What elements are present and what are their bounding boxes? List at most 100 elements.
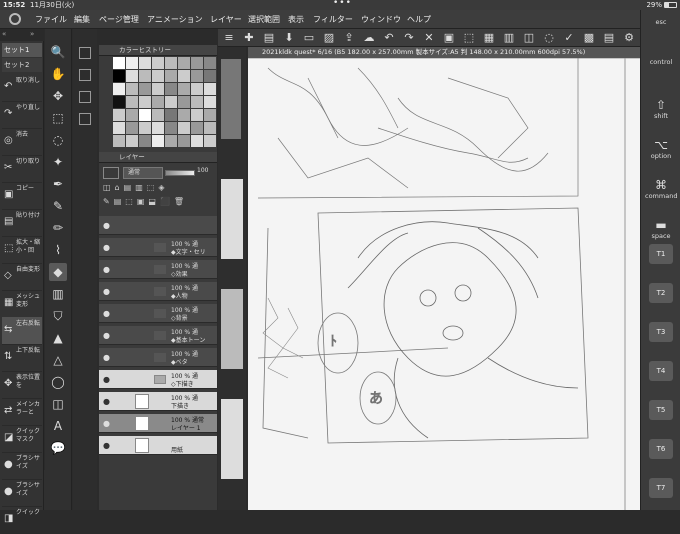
- color-swatch[interactable]: [191, 57, 203, 69]
- color-swatch[interactable]: [152, 122, 164, 134]
- layer-row[interactable]: ●: [99, 216, 217, 235]
- color-swatch[interactable]: [126, 57, 138, 69]
- layer-row[interactable]: ● 100 % 通 ◆ベタ: [99, 348, 217, 367]
- menu-page[interactable]: ページ管理: [99, 14, 139, 25]
- tool-11-icon[interactable]: ▥: [49, 285, 67, 303]
- layer-row[interactable]: ● 100 % 通 ◇効果: [99, 260, 217, 279]
- visibility-eye-icon[interactable]: ●: [103, 309, 110, 318]
- tool-16-icon[interactable]: ◫: [49, 395, 67, 413]
- color-swatch[interactable]: [165, 70, 177, 82]
- color-swatch[interactable]: [152, 57, 164, 69]
- tone-icon[interactable]: ▩: [582, 31, 596, 45]
- tool-6-icon[interactable]: ✒: [49, 175, 67, 193]
- visibility-eye-icon[interactable]: ●: [103, 221, 110, 230]
- tool-10-icon[interactable]: ◆: [49, 263, 67, 281]
- layer-row[interactable]: ● 100 % 通常 レイヤー 1: [99, 414, 217, 433]
- color-swatch[interactable]: [139, 135, 151, 147]
- fill-icon[interactable]: ▣: [442, 31, 456, 45]
- page-thumb-1[interactable]: [221, 59, 241, 139]
- color-swatch[interactable]: [113, 70, 125, 82]
- transform-button[interactable]: ⬚ 拡大・縮小・回: [2, 236, 42, 264]
- color-swatch[interactable]: [204, 70, 216, 82]
- tkey-t6[interactable]: T6: [649, 439, 673, 459]
- tool-2-icon[interactable]: ✥: [49, 87, 67, 105]
- key-esc[interactable]: esc: [645, 18, 677, 26]
- blend-mode-select[interactable]: 通常: [123, 167, 163, 179]
- fill-tool-icon[interactable]: [79, 47, 91, 59]
- check-icon[interactable]: ✓: [562, 31, 576, 45]
- page-thumb-3[interactable]: [221, 289, 243, 369]
- key-command[interactable]: ⌘ command: [645, 178, 677, 200]
- redo-icon[interactable]: ↷: [402, 31, 416, 45]
- undo-button[interactable]: ↶ 取り消し: [2, 74, 42, 102]
- view-position-button[interactable]: ✥ 表示位置を: [2, 371, 42, 399]
- color-swatch[interactable]: [191, 122, 203, 134]
- color-swatch[interactable]: [191, 109, 203, 121]
- visibility-eye-icon[interactable]: ●: [103, 397, 110, 406]
- color-swatch[interactable]: [126, 96, 138, 108]
- free-transform-button[interactable]: ◇ 自由変形: [2, 263, 42, 291]
- multitasking-dots-icon[interactable]: •••: [333, 0, 352, 8]
- clear-button[interactable]: ◎ 消去: [2, 128, 42, 156]
- menu-edit[interactable]: 編集: [74, 14, 90, 25]
- set-1-tab[interactable]: セット1: [2, 43, 42, 57]
- color-swatch[interactable]: [126, 109, 138, 121]
- undo-icon[interactable]: ↶: [382, 31, 396, 45]
- layer-row[interactable]: ● 100 % 通 ◆基本トーン: [99, 326, 217, 345]
- tool-9-icon[interactable]: ⌇: [49, 241, 67, 259]
- drawing-canvas[interactable]: ﾄ あ: [248, 58, 640, 510]
- key-space[interactable]: ▬ space: [645, 218, 677, 240]
- page-thumb-2[interactable]: [221, 179, 243, 259]
- fill-paint-icon[interactable]: [79, 113, 91, 125]
- menu-layer[interactable]: レイヤー: [210, 14, 242, 25]
- visibility-eye-icon[interactable]: ●: [103, 331, 110, 340]
- color-swatch[interactable]: [113, 135, 125, 147]
- layer-row[interactable]: ● 100 % 通 ◇下描き: [99, 370, 217, 389]
- snap-icon[interactable]: ◫: [522, 31, 536, 45]
- visibility-eye-icon[interactable]: ●: [103, 243, 110, 252]
- color-swatch[interactable]: [126, 83, 138, 95]
- sync-icon[interactable]: ☁: [362, 31, 376, 45]
- color-swatch[interactable]: [204, 122, 216, 134]
- color-swatch[interactable]: [204, 109, 216, 121]
- color-swatch[interactable]: [178, 122, 190, 134]
- color-swatch[interactable]: [204, 83, 216, 95]
- settings-icon[interactable]: ⚙: [622, 31, 636, 45]
- image-icon[interactable]: ▨: [322, 31, 336, 45]
- fill-ref-icon[interactable]: [79, 69, 91, 81]
- key-shift[interactable]: ⇧ shift: [645, 98, 677, 120]
- color-swatch[interactable]: [139, 83, 151, 95]
- color-swatch[interactable]: [165, 122, 177, 134]
- color-swatch[interactable]: [204, 96, 216, 108]
- color-swatch[interactable]: [126, 122, 138, 134]
- color-swatch[interactable]: [113, 122, 125, 134]
- menu-filter[interactable]: フィルター: [313, 14, 353, 25]
- color-swatch[interactable]: [204, 57, 216, 69]
- paste-button[interactable]: ▤ 貼り付け: [2, 209, 42, 237]
- layer-color-icon[interactable]: [103, 167, 119, 179]
- tool-18-icon[interactable]: 💬: [49, 439, 67, 457]
- tool-8-icon[interactable]: ✏: [49, 219, 67, 237]
- tool-12-icon[interactable]: ⛉: [49, 307, 67, 325]
- tool-7-icon[interactable]: ✎: [49, 197, 67, 215]
- color-swatch[interactable]: [165, 109, 177, 121]
- color-swatch[interactable]: [165, 96, 177, 108]
- tool-13-icon[interactable]: ▲: [49, 329, 67, 347]
- quick-mask-button[interactable]: ◪ クイックマスク: [2, 425, 42, 453]
- menu-help[interactable]: ヘルプ: [407, 14, 431, 25]
- brush-size-down-button[interactable]: ● ブラシサイズ: [2, 479, 42, 507]
- tkey-t3[interactable]: T3: [649, 322, 673, 342]
- layer-row[interactable]: ● 100 % 通 ◇背景: [99, 304, 217, 323]
- layer-tool-row-2[interactable]: ✎▤⬚▣⬓⬛🗑: [103, 197, 213, 207]
- color-swatch[interactable]: [165, 83, 177, 95]
- save-icon[interactable]: ⬇: [282, 31, 296, 45]
- grid-icon[interactable]: ▦: [482, 31, 496, 45]
- share-icon[interactable]: ⇪: [342, 31, 356, 45]
- color-swatch[interactable]: [113, 83, 125, 95]
- brush-size-up-button[interactable]: ● ブラシサイズ: [2, 452, 42, 480]
- color-swatch[interactable]: [152, 96, 164, 108]
- color-swatch[interactable]: [152, 70, 164, 82]
- color-swatch[interactable]: [191, 70, 203, 82]
- tkey-t1[interactable]: T1: [649, 244, 673, 264]
- menu-window[interactable]: ウィンドウ: [361, 14, 401, 25]
